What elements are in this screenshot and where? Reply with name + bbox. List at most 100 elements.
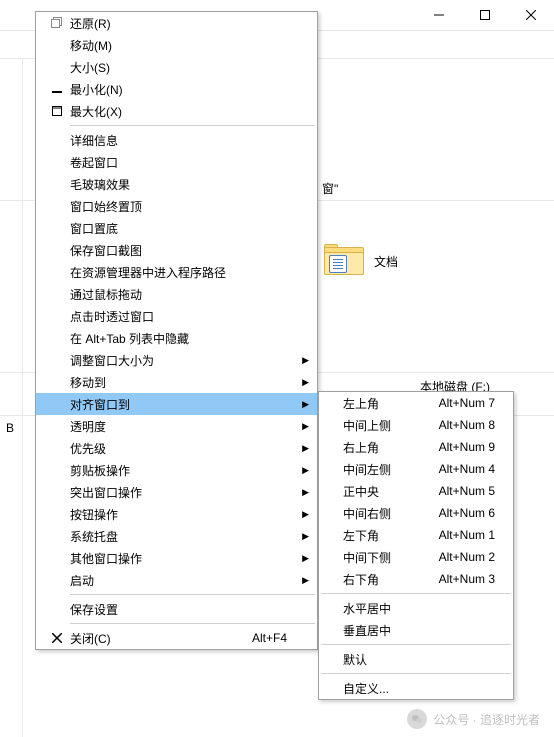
menu-item[interactable]: 其他窗口操作▶ xyxy=(36,547,317,569)
menu-item-shortcut: Alt+F4 xyxy=(242,631,297,645)
menu-item-label: 详细信息 xyxy=(70,132,297,149)
menu-item-label: 突出窗口操作 xyxy=(70,484,297,501)
menu-item-label: 透明度 xyxy=(70,418,297,435)
menu-item[interactable]: 在资源管理器中进入程序路径▶ xyxy=(36,261,317,283)
menu-item-label: 通过鼠标拖动 xyxy=(70,286,297,303)
submenu-arrow-icon: ▶ xyxy=(297,377,309,388)
submenu-item-shortcut: Alt+Num 9 xyxy=(429,440,505,454)
window-minimize-button[interactable] xyxy=(416,0,462,30)
menu-item-label: 系统托盘 xyxy=(70,528,297,545)
bg-folder-label: 文档 xyxy=(374,253,398,270)
menu-item-label: 剪贴板操作 xyxy=(70,462,297,479)
submenu-arrow-icon: ▶ xyxy=(297,575,309,586)
menu-item[interactable]: 窗口始终置顶▶ xyxy=(36,195,317,217)
submenu-item-shortcut: Alt+Num 6 xyxy=(429,506,505,520)
menu-item-label: 关闭(C) xyxy=(70,630,242,647)
submenu-item-label: 水平居中 xyxy=(343,600,505,617)
submenu-arrow-icon: ▶ xyxy=(297,509,309,520)
menu-item[interactable]: 移动(M)▶ xyxy=(36,34,317,56)
submenu-item-label: 中间左侧 xyxy=(343,461,429,478)
menu-item[interactable]: 详细信息▶ xyxy=(36,129,317,151)
watermark-text: 公众号 · 追逐时光者 xyxy=(433,711,540,728)
bg-text-fragment: 窗" xyxy=(322,180,338,197)
menu-item[interactable]: 系统托盘▶ xyxy=(36,525,317,547)
submenu-arrow-icon: ▶ xyxy=(297,399,309,410)
menu-separator xyxy=(321,593,511,594)
close-icon xyxy=(44,633,70,643)
submenu-item[interactable]: 中间下侧Alt+Num 2 xyxy=(319,546,513,568)
submenu-item[interactable]: 中间上侧Alt+Num 8 xyxy=(319,414,513,436)
submenu-item[interactable]: 左上角Alt+Num 7 xyxy=(319,392,513,414)
submenu-item[interactable]: 自定义... xyxy=(319,677,513,699)
menu-item-label: 保存设置 xyxy=(70,601,297,618)
menu-item[interactable]: 卷起窗口▶ xyxy=(36,151,317,173)
submenu-item[interactable]: 水平居中 xyxy=(319,597,513,619)
menu-item[interactable]: 剪贴板操作▶ xyxy=(36,459,317,481)
menu-item-label: 最大化(X) xyxy=(70,103,297,120)
submenu-item-shortcut: Alt+Num 2 xyxy=(429,550,505,564)
bg-separator xyxy=(22,58,23,737)
menu-item[interactable]: 通过鼠标拖动▶ xyxy=(36,283,317,305)
align-window-submenu: 左上角Alt+Num 7中间上侧Alt+Num 8右上角Alt+Num 9中间左… xyxy=(318,391,514,700)
menu-item-label: 移动(M) xyxy=(70,37,297,54)
submenu-item-label: 正中央 xyxy=(343,483,429,500)
menu-item[interactable]: 毛玻璃效果▶ xyxy=(36,173,317,195)
menu-item-label: 毛玻璃效果 xyxy=(70,176,297,193)
menu-item-label: 在资源管理器中进入程序路径 xyxy=(70,264,297,281)
menu-separator xyxy=(70,623,315,624)
menu-separator xyxy=(70,594,315,595)
menu-item[interactable]: 还原(R)▶ xyxy=(36,12,317,34)
window-close-button[interactable] xyxy=(508,0,554,30)
menu-item[interactable]: 保存窗口截图▶ xyxy=(36,239,317,261)
submenu-item-label: 中间上侧 xyxy=(343,417,429,434)
menu-item[interactable]: 关闭(C)Alt+F4▶ xyxy=(36,627,317,649)
submenu-arrow-icon: ▶ xyxy=(297,421,309,432)
submenu-item-label: 默认 xyxy=(343,651,505,668)
minimize-icon xyxy=(434,10,444,20)
menu-separator xyxy=(70,125,315,126)
menu-item[interactable]: 最小化(N)▶ xyxy=(36,78,317,100)
submenu-arrow-icon: ▶ xyxy=(297,553,309,564)
system-context-menu: 还原(R)▶移动(M)▶大小(S)▶最小化(N)▶最大化(X)▶详细信息▶卷起窗… xyxy=(35,11,318,650)
submenu-item[interactable]: 中间左侧Alt+Num 4 xyxy=(319,458,513,480)
menu-item-label: 窗口置底 xyxy=(70,220,297,237)
menu-item-label: 调整窗口大小为 xyxy=(70,352,297,369)
menu-item[interactable]: 透明度▶ xyxy=(36,415,317,437)
submenu-item-label: 垂直居中 xyxy=(343,622,505,639)
submenu-item[interactable]: 右下角Alt+Num 3 xyxy=(319,568,513,590)
menu-item[interactable]: 启动▶ xyxy=(36,569,317,591)
menu-separator xyxy=(321,673,511,674)
menu-item[interactable]: 优先级▶ xyxy=(36,437,317,459)
menu-item[interactable]: 窗口置底▶ xyxy=(36,217,317,239)
menu-item-label: 还原(R) xyxy=(70,15,297,32)
submenu-item-shortcut: Alt+Num 1 xyxy=(429,528,505,542)
menu-item-label: 在 Alt+Tab 列表中隐藏 xyxy=(70,330,297,347)
submenu-item[interactable]: 垂直居中 xyxy=(319,619,513,641)
submenu-item[interactable]: 中间右侧Alt+Num 6 xyxy=(319,502,513,524)
bg-text-fragment: B xyxy=(6,421,14,435)
menu-item[interactable]: 保存设置▶ xyxy=(36,598,317,620)
menu-item-label: 其他窗口操作 xyxy=(70,550,297,567)
menu-item[interactable]: 按钮操作▶ xyxy=(36,503,317,525)
menu-item[interactable]: 在 Alt+Tab 列表中隐藏▶ xyxy=(36,327,317,349)
menu-item[interactable]: 点击时透过窗口▶ xyxy=(36,305,317,327)
window-caption-buttons xyxy=(319,0,554,30)
close-icon xyxy=(526,10,536,20)
menu-item[interactable]: 大小(S)▶ xyxy=(36,56,317,78)
submenu-item[interactable]: 默认 xyxy=(319,648,513,670)
menu-item[interactable]: 调整窗口大小为▶ xyxy=(36,349,317,371)
menu-item[interactable]: 最大化(X)▶ xyxy=(36,100,317,122)
window-maximize-button[interactable] xyxy=(462,0,508,30)
bg-folder-item[interactable]: 文档 xyxy=(324,244,398,278)
menu-item[interactable]: 移动到▶ xyxy=(36,371,317,393)
folder-icon xyxy=(324,244,364,278)
submenu-item-shortcut: Alt+Num 5 xyxy=(429,484,505,498)
submenu-item[interactable]: 右上角Alt+Num 9 xyxy=(319,436,513,458)
menu-item-label: 最小化(N) xyxy=(70,81,297,98)
submenu-item[interactable]: 左下角Alt+Num 1 xyxy=(319,524,513,546)
menu-item-label: 启动 xyxy=(70,572,297,589)
menu-item[interactable]: 突出窗口操作▶ xyxy=(36,481,317,503)
menu-item-label: 点击时透过窗口 xyxy=(70,308,297,325)
submenu-item[interactable]: 正中央Alt+Num 5 xyxy=(319,480,513,502)
menu-item[interactable]: 对齐窗口到▶ xyxy=(36,393,317,415)
